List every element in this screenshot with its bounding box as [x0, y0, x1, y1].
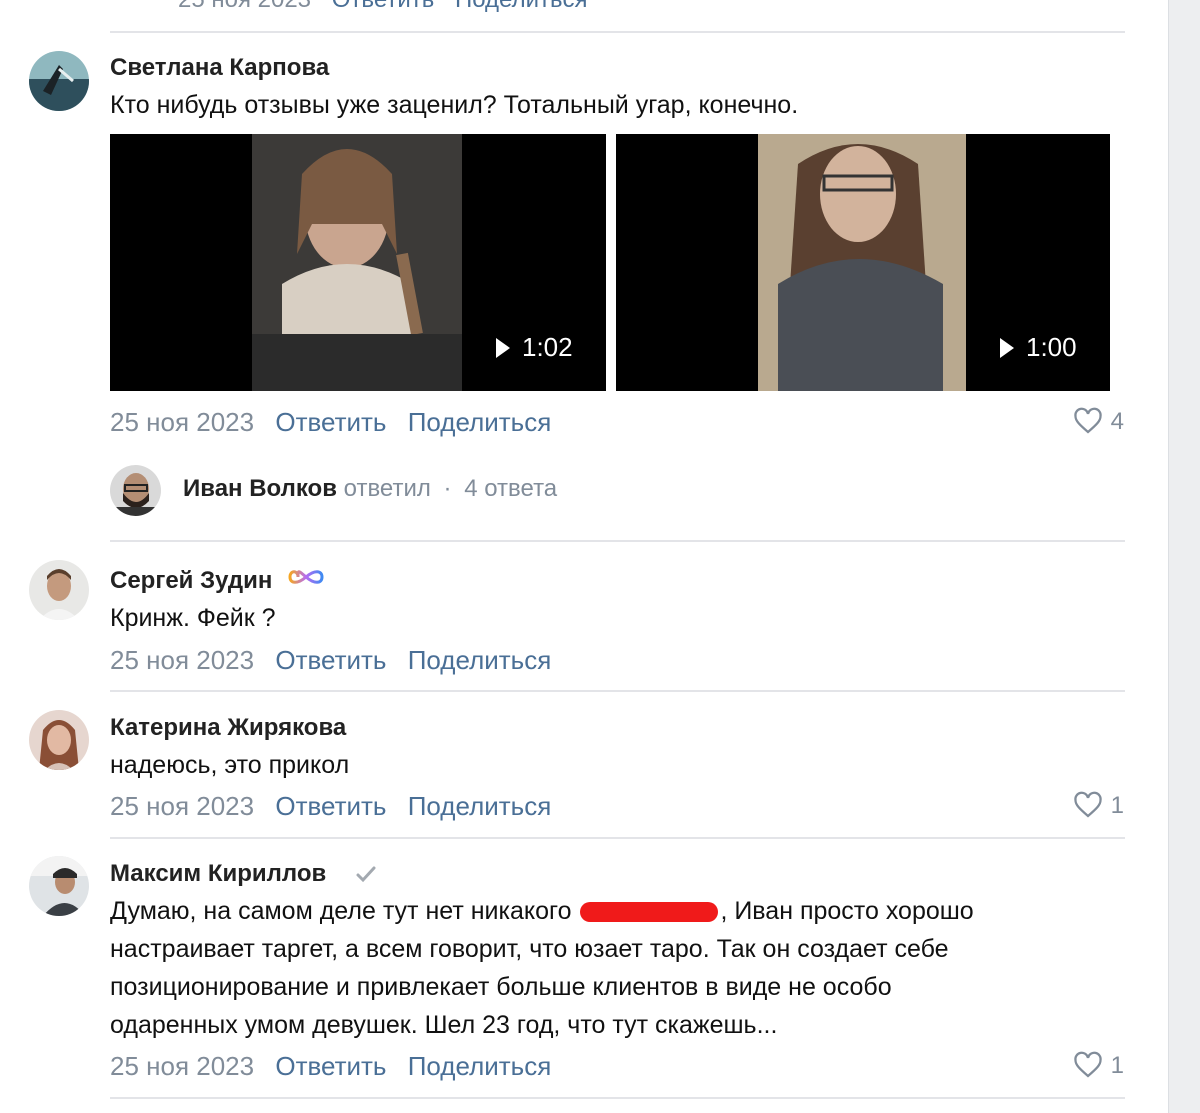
play-icon [1000, 337, 1014, 358]
reply-author[interactable]: Иван Волков [183, 475, 337, 502]
comment-date: 25 ноя 2023 [110, 791, 255, 821]
divider [110, 837, 1125, 839]
avatar[interactable] [29, 51, 89, 111]
share-link[interactable]: Поделиться [408, 407, 552, 437]
comment-author[interactable]: Сергей Зудин [110, 567, 272, 595]
avatar[interactable] [29, 560, 89, 620]
comment-author[interactable]: Катерина Жирякова [110, 714, 346, 742]
comment-text-line: Думаю, на самом деле тут нет никакого , … [110, 897, 974, 925]
like-count: 1 [1110, 1052, 1124, 1079]
divider [110, 540, 1125, 542]
share-link[interactable]: Поделиться [408, 645, 552, 675]
share-link[interactable]: Поделиться [408, 1051, 552, 1081]
like-count: 1 [1110, 792, 1124, 819]
avatar[interactable] [110, 465, 161, 516]
separator-dot: · [443, 475, 452, 502]
comment-text: Кринж. Фейк ? [110, 604, 276, 632]
like-button[interactable]: 4 [1073, 407, 1124, 437]
video-thumbnail[interactable]: 1:02 [110, 134, 606, 391]
redaction-mark [580, 902, 719, 923]
comment-text-line: одаренных умом девушек. Шел 23 год, что … [110, 1011, 778, 1039]
reply-link[interactable]: Ответить [275, 791, 386, 821]
infinity-badge-icon [288, 570, 324, 584]
comment-meta: 25 ноя 2023 Ответить Поделиться [110, 791, 551, 822]
comment-date: 25 ноя 2023 [110, 645, 255, 675]
play-icon [496, 337, 510, 358]
comment-text: надеюсь, это прикол [110, 751, 350, 779]
reply-link[interactable]: Ответить [275, 1051, 386, 1081]
avatar[interactable] [29, 710, 89, 770]
like-button[interactable]: 1 [1073, 1051, 1124, 1081]
previous-comment-meta: 25 ноя 2023 Ответить Поделиться [178, 0, 602, 14]
comment-meta: 25 ноя 2023 Ответить Поделиться [110, 645, 551, 676]
share-link[interactable]: Поделиться [455, 0, 588, 13]
comment-author[interactable]: Максим Кириллов [110, 860, 326, 888]
divider [110, 1097, 1125, 1099]
replies-summary[interactable]: Иван Волков ответил · 4 ответа [183, 475, 557, 503]
video-frame [252, 134, 462, 391]
comment-text-line: настраивает таргет, а всем говорит, что … [110, 935, 949, 963]
comment-date: 25 ноя 2023 [110, 1051, 255, 1081]
reply-link[interactable]: Ответить [332, 0, 435, 13]
reply-link[interactable]: Ответить [275, 645, 386, 675]
comment-text: Кто нибудь отзывы уже заценил? Тотальный… [110, 91, 799, 119]
like-button[interactable]: 1 [1073, 791, 1124, 821]
comment-meta: 25 ноя 2023 Ответить Поделиться [110, 407, 551, 438]
video-thumbnail[interactable]: 1:00 [616, 134, 1110, 391]
heart-icon [1073, 791, 1102, 818]
comment-text-line: позиционирование и привлекает больше кли… [110, 973, 892, 1001]
divider [110, 690, 1125, 692]
avatar[interactable] [29, 856, 89, 916]
divider [110, 31, 1125, 33]
video-duration: 1:02 [496, 332, 573, 363]
like-count: 4 [1110, 408, 1124, 435]
comment-date: 25 ноя 2023 [110, 407, 255, 437]
heart-icon [1073, 407, 1102, 434]
video-duration: 1:00 [1000, 332, 1077, 363]
verified-check-icon [356, 866, 376, 883]
reply-verb: ответил [343, 475, 431, 502]
replies-count[interactable]: 4 ответа [464, 475, 557, 502]
comment-date: 25 ноя 2023 [178, 0, 311, 13]
reply-link[interactable]: Ответить [275, 407, 386, 437]
share-link[interactable]: Поделиться [408, 791, 552, 821]
video-frame [758, 134, 966, 391]
comment-meta: 25 ноя 2023 Ответить Поделиться [110, 1051, 551, 1082]
page-scroll-gutter [1168, 0, 1200, 1113]
heart-icon [1073, 1051, 1102, 1078]
comment-author[interactable]: Светлана Карпова [110, 54, 329, 82]
